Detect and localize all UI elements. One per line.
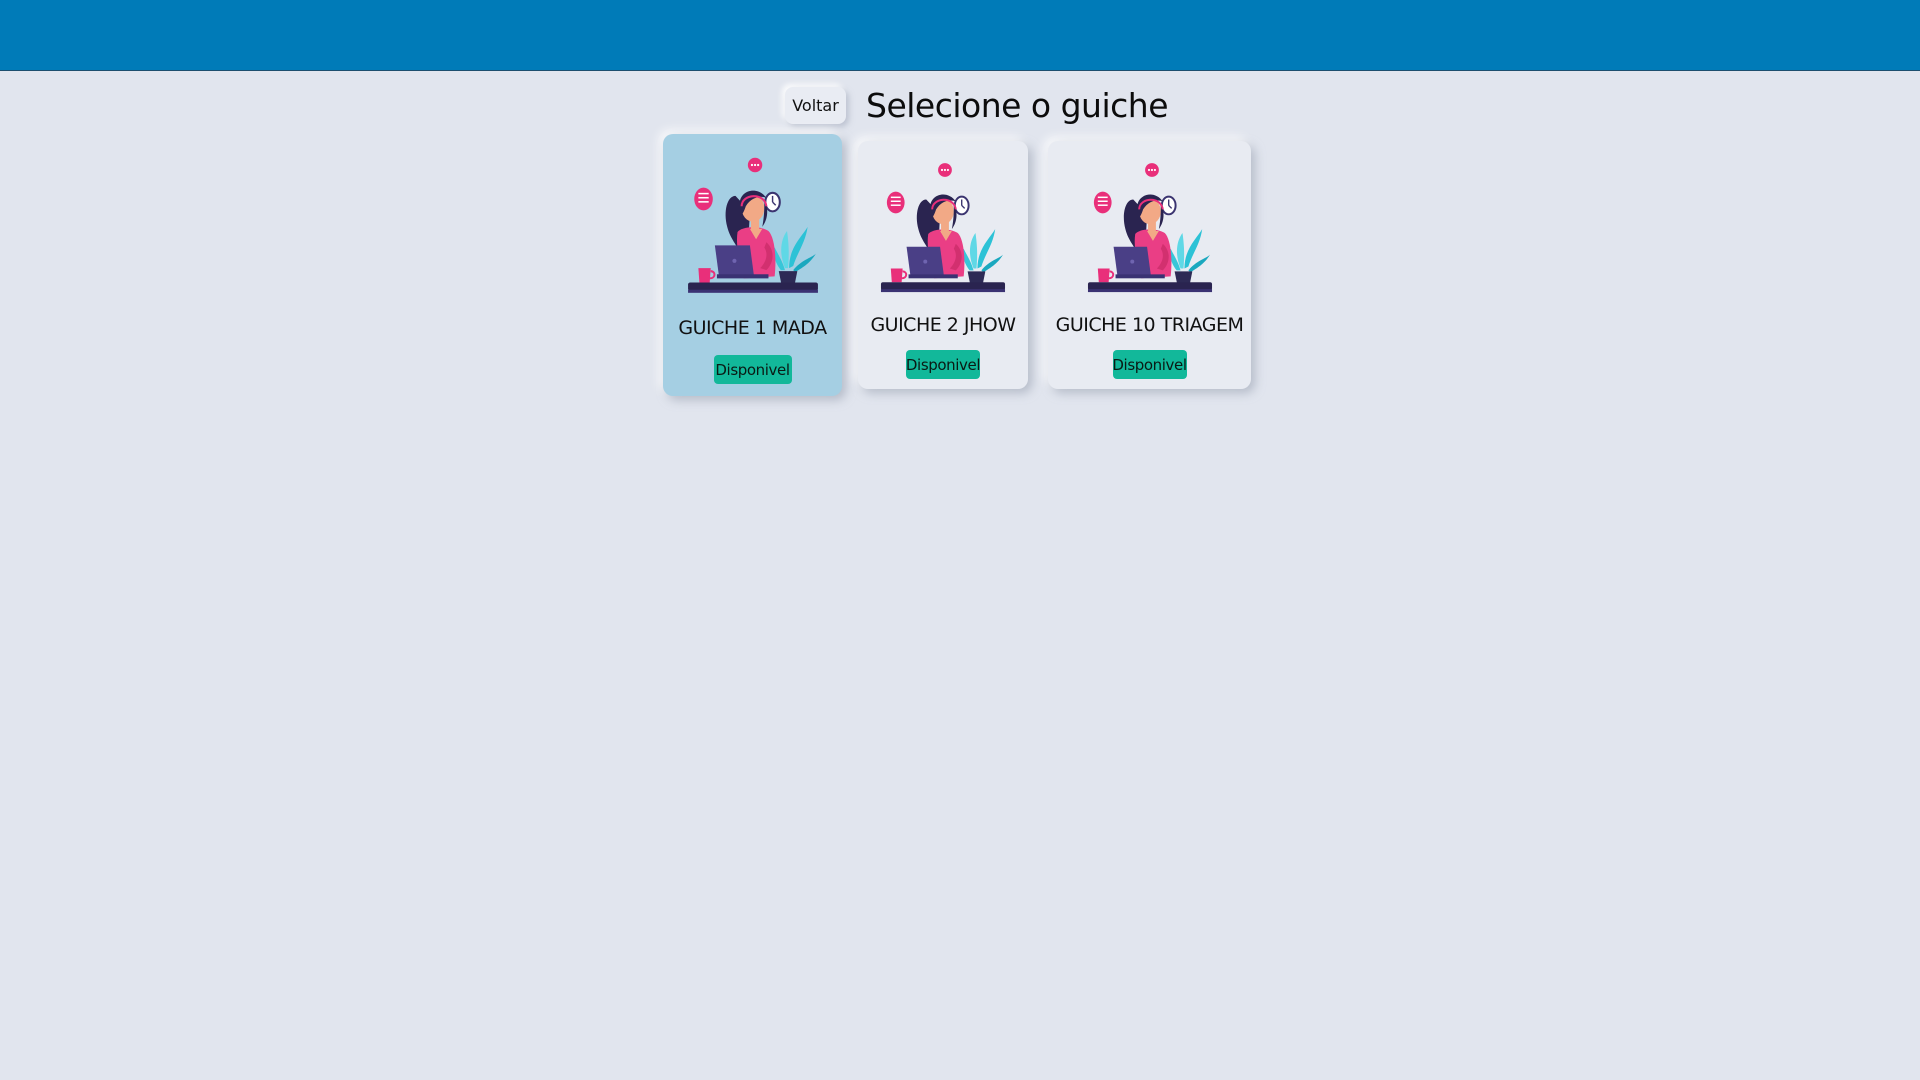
top-bar (0, 0, 1920, 71)
status-badge: Disponivel (713, 355, 792, 384)
status-badge: Disponivel (906, 350, 980, 379)
guiche-card[interactable]: GUICHE 2 JHOW Disponivel (858, 141, 1028, 389)
page-header: Voltar Selecione o guiche (0, 84, 1920, 128)
back-button[interactable]: Voltar (785, 87, 846, 124)
attendant-at-laptop-illustration (1086, 159, 1214, 309)
guiche-name: GUICHE 10 TRIAGEM (1055, 314, 1244, 336)
attendant-at-laptop-illustration (686, 154, 820, 310)
status-badge: Disponivel (1112, 350, 1187, 379)
guiche-name: GUICHE 1 MADA (678, 317, 827, 339)
guiche-card[interactable]: GUICHE 10 TRIAGEM Disponivel (1048, 141, 1251, 389)
guiche-name: GUICHE 2 JHOW (870, 314, 1016, 336)
guiche-card[interactable]: GUICHE 1 MADA Disponivel (663, 134, 842, 396)
attendant-at-laptop-illustration (879, 159, 1007, 309)
page-title: Selecione o guiche (866, 86, 1169, 125)
